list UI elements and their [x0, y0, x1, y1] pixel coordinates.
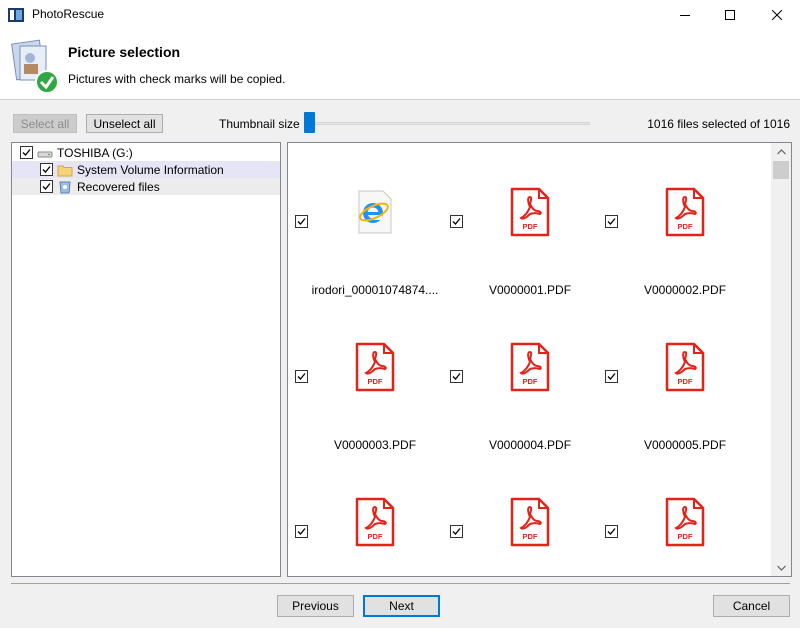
pdf-icon[interactable]: PDF	[510, 497, 550, 547]
file-checkbox[interactable]	[295, 525, 308, 538]
file-name: V0000005.PDF	[643, 438, 727, 452]
pdf-badge-label: PDF	[678, 532, 693, 541]
checkmark-icon	[297, 218, 306, 225]
thumbnail-size-label: Thumbnail size	[219, 117, 300, 131]
title-bar: PhotoRescue	[0, 0, 800, 30]
select-all-button[interactable]: Select all	[13, 114, 77, 133]
window-title: PhotoRescue	[32, 7, 105, 21]
pdf-icon[interactable]: PDF	[665, 187, 705, 237]
pdf-icon[interactable]: PDF	[355, 497, 395, 547]
checkmark-icon	[452, 373, 461, 380]
drive-icon	[37, 151, 53, 157]
file-checkbox[interactable]	[605, 215, 618, 228]
photorescue-app-icon	[8, 8, 24, 22]
tree-item-checkbox[interactable]	[40, 163, 53, 176]
pdf-file-graphic: PDF	[665, 187, 705, 237]
checkmark-icon	[297, 528, 306, 535]
pdf-icon[interactable]: PDF	[355, 342, 395, 392]
thumbnail-size-slider-handle[interactable]	[304, 112, 315, 133]
thumbnail-size-slider[interactable]	[306, 122, 590, 125]
pdf-icon[interactable]: PDF	[665, 342, 705, 392]
chevron-up-icon	[776, 148, 786, 154]
pdf-file-graphic: PDF	[355, 342, 395, 392]
checkmark-icon	[42, 166, 51, 173]
checkmark-icon	[22, 149, 31, 156]
pdf-badge-label: PDF	[368, 532, 383, 541]
pdf-file-graphic: PDF	[665, 497, 705, 547]
file-name: V0000001.PDF	[488, 283, 572, 297]
scroll-thumb[interactable]	[773, 161, 789, 179]
tree-item-recovered-files[interactable]: Recovered files	[12, 178, 280, 195]
next-button[interactable]: Next	[363, 595, 440, 617]
tree-item-label: TOSHIBA (G:)	[57, 145, 133, 160]
page-subtitle: Pictures with check marks will be copied…	[68, 72, 286, 86]
file-name: irodori_00001074874....	[311, 283, 439, 297]
cancel-button[interactable]: Cancel	[713, 595, 790, 617]
pdf-icon[interactable]: PDF	[510, 342, 550, 392]
file-checkbox[interactable]	[450, 215, 463, 228]
picture-selection-icon	[11, 39, 59, 94]
pdf-file-graphic: PDF	[510, 497, 550, 547]
pdf-badge-label: PDF	[678, 222, 693, 231]
pdf-file-graphic: PDF	[510, 342, 550, 392]
tree-item-checkbox[interactable]	[20, 146, 33, 159]
chevron-down-icon	[776, 565, 786, 571]
scroll-up-button[interactable]	[771, 143, 791, 160]
pdf-file-graphic: PDF	[510, 187, 550, 237]
folder-tree[interactable]: TOSHIBA (G:) System Volume Information R…	[11, 142, 281, 577]
file-name: V0000003.PDF	[333, 438, 417, 452]
minimize-button[interactable]	[662, 0, 708, 30]
file-checkbox[interactable]	[295, 215, 308, 228]
pdf-icon[interactable]: PDF	[510, 187, 550, 237]
previous-button[interactable]: Previous	[277, 595, 354, 617]
scroll-down-button[interactable]	[771, 559, 791, 576]
pdf-badge-label: PDF	[523, 532, 538, 541]
checkmark-icon	[607, 528, 616, 535]
tree-item-checkbox[interactable]	[40, 180, 53, 193]
close-button[interactable]	[754, 0, 800, 30]
tree-item-label: System Volume Information	[77, 162, 224, 177]
tree-item-label: Recovered files	[77, 179, 160, 194]
tree-item-drive[interactable]: TOSHIBA (G:)	[20, 144, 270, 161]
pdf-badge-label: PDF	[368, 377, 383, 386]
file-name: V0000004.PDF	[488, 438, 572, 452]
footer-divider	[11, 583, 790, 584]
file-checkbox[interactable]	[295, 370, 308, 383]
checkmark-icon	[297, 373, 306, 380]
page-title: Picture selection	[68, 44, 181, 60]
unselect-all-button[interactable]: Unselect all	[86, 114, 163, 133]
minimize-icon	[680, 15, 690, 16]
checkmark-icon	[452, 528, 461, 535]
file-checkbox[interactable]	[605, 370, 618, 383]
ie-html-icon[interactable]	[355, 187, 395, 237]
tree-item-system-volume-information[interactable]: System Volume Information	[12, 161, 280, 178]
maximize-icon	[725, 10, 735, 20]
file-checkbox[interactable]	[605, 525, 618, 538]
pdf-file-graphic: PDF	[665, 342, 705, 392]
thumbnail-grid[interactable]: irodori_00001074874.... PDF V0000001.PDF PD…	[287, 142, 792, 577]
pdf-file-graphic: PDF	[355, 497, 395, 547]
grid-scrollbar[interactable]	[771, 143, 791, 576]
pdf-badge-label: PDF	[523, 377, 538, 386]
ie-file-graphic	[358, 190, 392, 234]
checkmark-icon	[607, 218, 616, 225]
pdf-badge-label: PDF	[678, 377, 693, 386]
maximize-button[interactable]	[707, 0, 753, 30]
pdf-icon[interactable]: PDF	[665, 497, 705, 547]
pdf-badge-label: PDF	[523, 222, 538, 231]
checkmark-icon	[607, 373, 616, 380]
file-checkbox[interactable]	[450, 370, 463, 383]
close-icon	[772, 10, 782, 20]
checkmark-icon	[452, 218, 461, 225]
wizard-header: Picture selection Pictures with check ma…	[0, 30, 800, 100]
file-checkbox[interactable]	[450, 525, 463, 538]
file-name: V0000002.PDF	[643, 283, 727, 297]
recycle-folder-icon	[59, 181, 71, 193]
checkmark-icon	[42, 183, 51, 190]
folder-icon	[57, 165, 73, 176]
files-selected-count: 1016 files selected of 1016	[647, 117, 790, 131]
